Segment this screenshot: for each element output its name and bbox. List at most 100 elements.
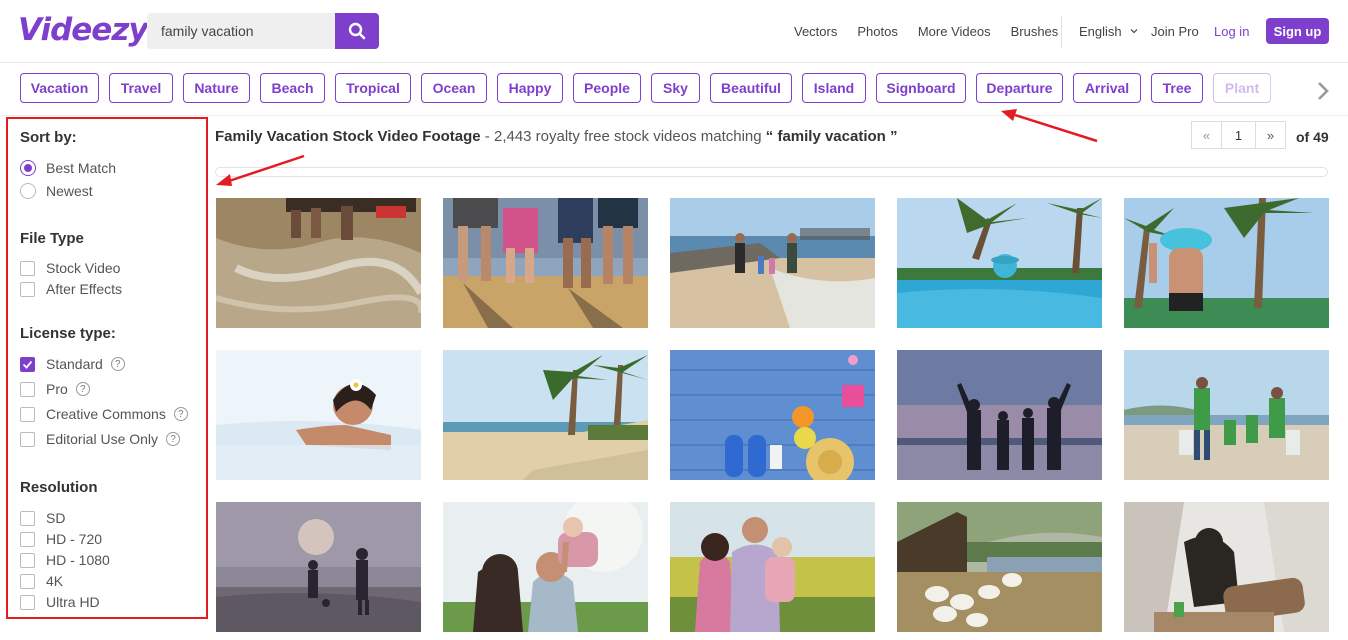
search-bar — [147, 13, 379, 49]
language-selector[interactable]: English — [1079, 0, 1139, 62]
help-icon[interactable]: ? — [166, 432, 181, 446]
checkbox[interactable] — [20, 594, 35, 610]
logo[interactable]: Videezy — [18, 12, 149, 48]
option-label: SD — [46, 510, 66, 526]
video-thumbnail[interactable] — [443, 502, 648, 632]
signup-button[interactable]: Sign up — [1266, 18, 1329, 44]
results-heading: Family Vacation Stock Video Footage - 2,… — [215, 128, 898, 145]
tag-tree[interactable]: Tree — [1151, 73, 1203, 103]
sort-newest[interactable]: Newest — [20, 182, 93, 200]
checkbox[interactable] — [20, 573, 35, 589]
filter-stock-video[interactable]: Stock Video — [20, 259, 120, 277]
option-label: Creative Commons — [46, 406, 166, 422]
video-thumbnail[interactable] — [670, 198, 875, 328]
checkbox[interactable] — [20, 510, 35, 526]
tag-tropical[interactable]: Tropical — [335, 73, 411, 103]
page-count: of 49 — [1296, 129, 1329, 145]
filter-hd-720[interactable]: HD - 720 — [20, 530, 102, 548]
help-icon[interactable]: ? — [173, 407, 188, 421]
help-icon[interactable]: ? — [110, 357, 125, 371]
filter-pro[interactable]: Pro? — [20, 380, 90, 398]
video-thumbnail[interactable] — [1124, 198, 1329, 328]
sort-title: Sort by: — [20, 129, 77, 146]
tag-people[interactable]: People — [573, 73, 641, 103]
results-query: “ family vacation ” — [765, 128, 898, 145]
nav-brushes[interactable]: Brushes — [1011, 24, 1059, 39]
filter-4k[interactable]: 4K — [20, 572, 63, 590]
filter-ultra-hd[interactable]: Ultra HD — [20, 593, 100, 611]
login-link[interactable]: Log in — [1214, 0, 1249, 62]
checkbox[interactable] — [20, 381, 35, 397]
header: Videezy Vectors Photos More Videos Brush… — [0, 0, 1348, 63]
video-thumbnail[interactable] — [1124, 350, 1329, 480]
tag-travel[interactable]: Travel — [109, 73, 173, 103]
language-label: English — [1079, 23, 1122, 39]
tag-happy[interactable]: Happy — [497, 73, 563, 103]
nav-more-videos[interactable]: More Videos — [918, 24, 991, 39]
option-label: Editorial Use Only — [46, 431, 159, 447]
prev-page-button[interactable]: « — [1191, 121, 1222, 149]
nav-photos[interactable]: Photos — [857, 24, 897, 39]
filter-creative-commons[interactable]: Creative Commons? — [20, 405, 188, 423]
help-icon[interactable]: ? — [75, 382, 90, 396]
checkbox[interactable] — [20, 281, 35, 297]
video-thumbnail[interactable] — [216, 350, 421, 480]
tag-ocean[interactable]: Ocean — [421, 73, 487, 103]
nav-vectors[interactable]: Vectors — [794, 24, 837, 39]
tag-beach[interactable]: Beach — [260, 73, 325, 103]
search-icon — [348, 22, 366, 40]
tag-island[interactable]: Island — [802, 73, 866, 103]
license-title: License type: — [20, 325, 116, 342]
option-label: Ultra HD — [46, 594, 100, 610]
chevron-right-icon[interactable] — [1311, 79, 1335, 103]
filter-after-effects[interactable]: After Effects — [20, 280, 122, 298]
video-thumbnail[interactable] — [670, 350, 875, 480]
tag-sky[interactable]: Sky — [651, 73, 700, 103]
video-thumbnail[interactable] — [443, 350, 648, 480]
tag-signboard[interactable]: Signboard — [876, 73, 966, 103]
page-number-input[interactable]: 1 — [1222, 121, 1255, 149]
checkbox-checked[interactable] — [20, 356, 35, 372]
filter-sd[interactable]: SD — [20, 509, 65, 527]
video-thumbnail[interactable] — [670, 502, 875, 632]
results-summary: - 2,443 royalty free stock videos matchi… — [480, 128, 766, 145]
video-thumbnail[interactable] — [1124, 502, 1329, 632]
search-button[interactable] — [335, 13, 379, 49]
checkbox[interactable] — [20, 406, 35, 422]
results-title: Family Vacation Stock Video Footage — [215, 128, 481, 145]
tag-vacation[interactable]: Vacation — [20, 73, 99, 103]
option-label: Best Match — [46, 160, 117, 176]
sort-best-match[interactable]: Best Match — [20, 159, 116, 177]
checkbox[interactable] — [20, 431, 35, 447]
tag-beautiful[interactable]: Beautiful — [710, 73, 792, 103]
tag-bar: Vacation Travel Nature Beach Tropical Oc… — [0, 63, 1348, 116]
video-thumbnail[interactable] — [897, 350, 1102, 480]
checkbox[interactable] — [20, 531, 35, 547]
search-input[interactable] — [147, 13, 335, 49]
video-thumbnail[interactable] — [443, 198, 648, 328]
next-page-button[interactable]: » — [1255, 121, 1286, 149]
video-thumbnail[interactable] — [897, 502, 1102, 632]
radio-selected[interactable] — [20, 160, 36, 176]
option-label: After Effects — [46, 281, 122, 297]
check-icon — [22, 360, 33, 369]
filter-hd-1080[interactable]: HD - 1080 — [20, 551, 110, 569]
nav-divider — [1061, 16, 1062, 48]
checkbox[interactable] — [20, 260, 35, 276]
tag-nature[interactable]: Nature — [183, 73, 250, 103]
video-thumbnail[interactable] — [216, 198, 421, 328]
filter-standard[interactable]: Standard? — [20, 355, 125, 373]
filter-editorial-use[interactable]: Editorial Use Only? — [20, 430, 181, 448]
option-label: Standard — [46, 356, 103, 372]
option-label: 4K — [46, 573, 64, 589]
checkbox[interactable] — [20, 552, 35, 568]
video-thumbnail[interactable] — [216, 502, 421, 632]
radio[interactable] — [20, 183, 36, 199]
tag-departure[interactable]: Departure — [976, 73, 1063, 103]
filter-sidebar: Sort by: Best Match Newest File Type Sto… — [6, 117, 208, 619]
video-thumbnail[interactable] — [897, 198, 1102, 328]
tag-plant[interactable]: Plant — [1213, 73, 1271, 103]
join-pro-link[interactable]: Join Pro — [1151, 0, 1199, 62]
tag-arrival[interactable]: Arrival — [1073, 73, 1141, 103]
tag-bar-fade — [1270, 63, 1348, 115]
